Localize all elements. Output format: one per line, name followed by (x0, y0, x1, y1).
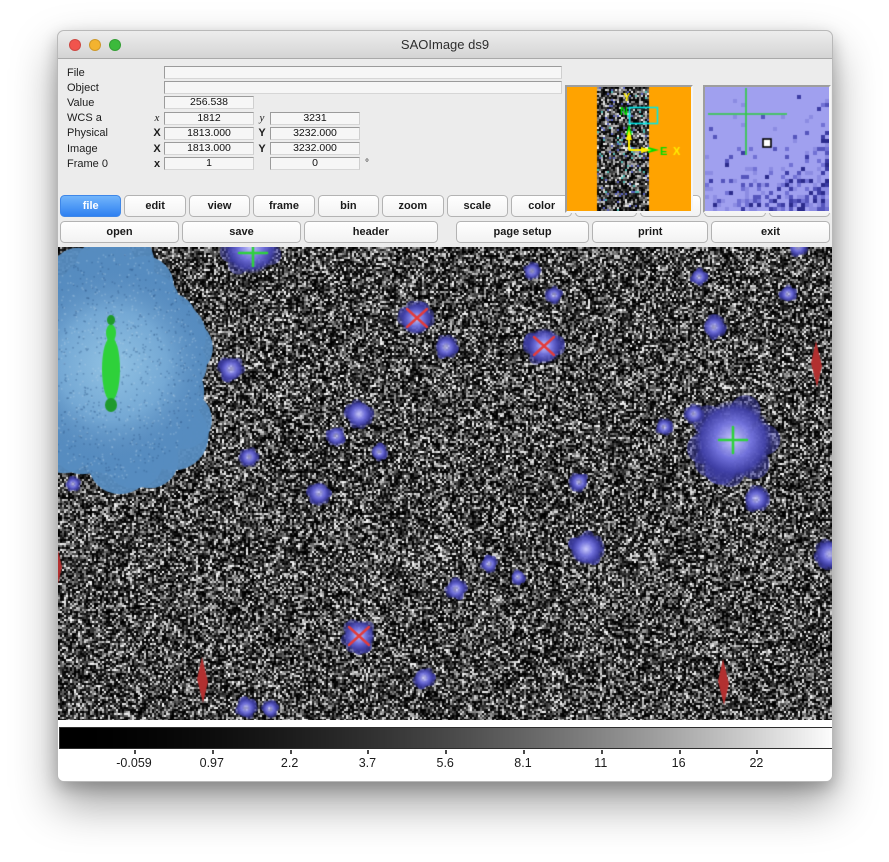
degrees-suffix: ° (360, 158, 563, 169)
frame-rotation-field[interactable]: 0 (270, 157, 360, 170)
save-button[interactable]: save (182, 221, 301, 243)
panner[interactable] (565, 85, 693, 213)
colorbar-tick (523, 750, 525, 754)
colorbar-tick (134, 750, 136, 754)
print-button[interactable]: print (592, 221, 708, 243)
physical-row: Physical X 1813.000 Y 3232.000 (58, 126, 563, 141)
physical-y-sublabel: Y (254, 127, 270, 139)
image-label: Image (58, 143, 150, 155)
colorbar-tick-label: -0.059 (116, 756, 151, 770)
image-x-sublabel: X (150, 143, 164, 155)
menu-color[interactable]: color (511, 195, 572, 217)
colorbar-tick-label: 22 (749, 756, 763, 770)
value-field[interactable]: 256.538 (164, 96, 254, 109)
page-setup-button[interactable]: page setup (456, 221, 590, 243)
physical-label: Physical (58, 127, 150, 139)
object-field[interactable] (164, 81, 562, 94)
titlebar[interactable]: SAOImage ds9 (58, 31, 832, 59)
open-button[interactable]: open (60, 221, 179, 243)
colorbar-tick (367, 750, 369, 754)
colorbar-area: -0.059 0.97 2.2 3.7 5.6 8.1 11 16 22 (58, 720, 832, 782)
frame-zoom-sublabel: x (150, 158, 164, 170)
wcs-y-field[interactable]: 3231 (270, 112, 360, 125)
image-y-field[interactable]: 3232.000 (270, 142, 360, 155)
menubar-spacer (441, 221, 453, 243)
colorbar-tick (212, 750, 214, 754)
colorbar-tick (679, 750, 681, 754)
colorbar-tick (290, 750, 292, 754)
image-y-sublabel: Y (254, 143, 270, 155)
value-label: Value (58, 97, 150, 109)
colorbar-tick-label: 2.2 (281, 756, 298, 770)
value-row: Value 256.538 (58, 95, 563, 110)
main-image-canvas[interactable] (58, 247, 833, 720)
panner-canvas[interactable] (567, 87, 691, 211)
file-row: File (58, 65, 563, 80)
frame-zoom-field[interactable]: 1 (164, 157, 254, 170)
file-submenu-bar: open save header page setup print exit (60, 221, 830, 243)
file-label: File (58, 67, 150, 79)
colorbar-tick (601, 750, 603, 754)
physical-x-sublabel: X (150, 127, 164, 139)
info-panel: File Object Value 256.538 WCS a x 1812 y… (58, 59, 832, 192)
colorbar-tick-label: 16 (672, 756, 686, 770)
window-title: SAOImage ds9 (58, 31, 832, 58)
colorbar-tick-label: 3.7 (359, 756, 376, 770)
wcs-label: WCS a (58, 112, 150, 124)
exit-button[interactable]: exit (711, 221, 830, 243)
menu-bin[interactable]: bin (318, 195, 379, 217)
file-field[interactable] (164, 66, 562, 79)
ds9-window: SAOImage ds9 File Object Value 256.538 W… (57, 30, 833, 782)
colorbar-tick-label: 8.1 (514, 756, 531, 770)
wcs-x-field[interactable]: 1812 (164, 112, 254, 125)
physical-x-field[interactable]: 1813.000 (164, 127, 254, 140)
menu-view[interactable]: view (189, 195, 250, 217)
header-button[interactable]: header (304, 221, 438, 243)
menu-zoom[interactable]: zoom (382, 195, 443, 217)
menu-edit[interactable]: edit (124, 195, 185, 217)
colorbar-tick-label: 5.6 (436, 756, 453, 770)
wcs-x-sublabel: x (150, 112, 164, 124)
menu-scale[interactable]: scale (447, 195, 508, 217)
physical-y-field[interactable]: 3232.000 (270, 127, 360, 140)
colorbar-tick (756, 750, 758, 754)
colorbar-tick-label: 0.97 (200, 756, 224, 770)
magnifier (703, 85, 831, 213)
magnifier-canvas (705, 87, 829, 211)
frame-label: Frame 0 (58, 158, 150, 170)
colorbar-tick-label: 11 (594, 756, 607, 770)
menu-file[interactable]: file (60, 195, 121, 217)
image-row: Image X 1813.000 Y 3232.000 (58, 141, 563, 156)
object-row: Object (58, 80, 563, 95)
wcs-y-sublabel: y (254, 112, 270, 124)
menu-frame[interactable]: frame (253, 195, 314, 217)
colorbar-gradient[interactable] (59, 727, 833, 749)
coordinate-readout: File Object Value 256.538 WCS a x 1812 y… (58, 65, 563, 171)
object-label: Object (58, 82, 150, 94)
wcs-row: WCS a x 1812 y 3231 (58, 111, 563, 126)
frame-row: Frame 0 x 1 0 ° (58, 156, 563, 171)
colorbar-tick (445, 750, 447, 754)
image-x-field[interactable]: 1813.000 (164, 142, 254, 155)
